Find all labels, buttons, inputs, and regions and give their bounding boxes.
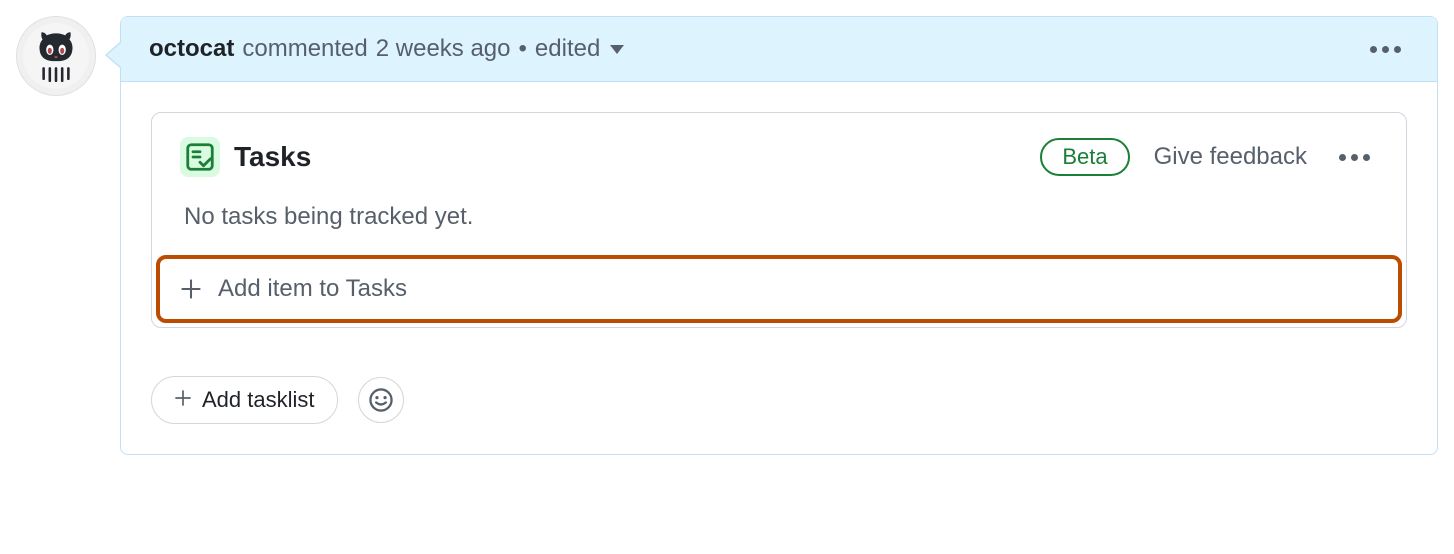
comment-container: octocat commented 2 weeks ago • edited — [16, 16, 1438, 455]
tasks-empty-message: No tasks being tracked yet. — [152, 189, 1406, 255]
add-item-label: Add item to Tasks — [218, 275, 407, 303]
edited-dropdown[interactable]: edited — [535, 35, 624, 63]
tasklist-icon — [180, 137, 220, 177]
beta-badge: Beta — [1040, 138, 1129, 176]
give-feedback-link[interactable]: Give feedback — [1154, 143, 1307, 171]
comment-author[interactable]: octocat — [149, 35, 234, 63]
comment-actions-menu[interactable] — [1362, 38, 1409, 61]
avatar[interactable] — [16, 16, 96, 96]
add-reaction-button[interactable] — [358, 377, 404, 423]
comment-box: octocat commented 2 weeks ago • edited — [120, 16, 1438, 455]
chevron-down-icon — [610, 45, 624, 54]
tasks-title: Tasks — [234, 141, 311, 173]
plus-icon — [174, 387, 192, 413]
octocat-icon — [23, 23, 89, 89]
tasks-header-left: Tasks — [180, 137, 311, 177]
comment-header-meta: octocat commented 2 weeks ago • edited — [149, 35, 624, 63]
comment-footer-actions: Add tasklist — [151, 376, 1407, 424]
tasks-panel: Tasks Beta Give feedback No tasks being … — [151, 112, 1407, 328]
add-item-button[interactable]: Add item to Tasks — [156, 255, 1402, 323]
comment-body: Tasks Beta Give feedback No tasks being … — [121, 82, 1437, 454]
comment-header: octocat commented 2 weeks ago • edited — [121, 17, 1437, 82]
plus-icon — [180, 278, 202, 300]
smiley-icon — [368, 387, 394, 413]
separator-dot: • — [519, 35, 527, 63]
add-tasklist-label: Add tasklist — [202, 387, 315, 413]
tasks-header: Tasks Beta Give feedback — [152, 113, 1406, 189]
tasks-header-right: Beta Give feedback — [1040, 138, 1378, 176]
comment-timestamp[interactable]: 2 weeks ago — [376, 35, 511, 63]
comment-action-text: commented — [242, 35, 367, 63]
edited-label: edited — [535, 35, 600, 63]
tasks-actions-menu[interactable] — [1331, 146, 1378, 169]
add-tasklist-button[interactable]: Add tasklist — [151, 376, 338, 424]
